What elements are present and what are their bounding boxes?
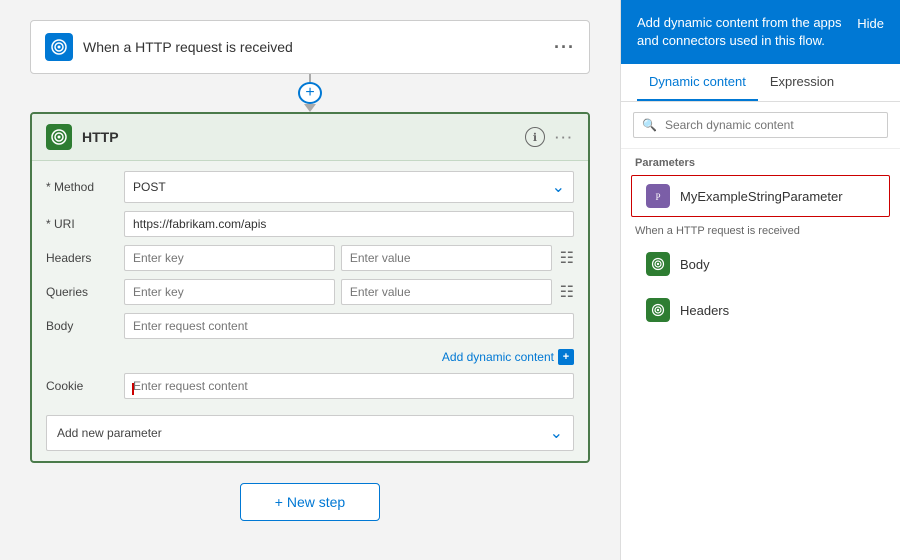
method-label: * Method: [46, 180, 116, 194]
trigger-more-button[interactable]: ···: [554, 37, 575, 58]
search-box: 🔍: [633, 112, 888, 138]
panel-hide-button[interactable]: Hide: [857, 16, 884, 31]
tab-expression[interactable]: Expression: [758, 64, 846, 101]
queries-key-input[interactable]: [124, 279, 335, 305]
add-parameter-arrow: ⌄: [550, 423, 563, 443]
add-parameter-dropdown[interactable]: Add new parameter ⌄: [46, 415, 574, 451]
panel-item-body[interactable]: Body: [631, 243, 890, 285]
queries-label: Queries: [46, 285, 116, 299]
connector: +: [298, 74, 322, 112]
body-link-row: Add dynamic content +: [46, 349, 574, 365]
headers-label: Headers: [46, 251, 116, 265]
cookie-input[interactable]: [124, 373, 574, 399]
add-step-button[interactable]: +: [298, 82, 322, 104]
headers-inputs: [124, 245, 552, 271]
new-step-button[interactable]: + New step: [240, 483, 380, 521]
connector-line: [309, 74, 311, 82]
panel-tabs: Dynamic content Expression: [621, 64, 900, 102]
panel-item-text-headers: Headers: [680, 303, 729, 318]
action-more-button[interactable]: ···: [555, 130, 574, 145]
action-icon: [46, 124, 72, 150]
add-dynamic-content-button[interactable]: Add dynamic content +: [442, 349, 574, 365]
panel-item-headers[interactable]: Headers: [631, 289, 890, 331]
action-header-icons: ℹ ···: [525, 127, 574, 147]
panel-item-icon-myexample: P: [646, 184, 670, 208]
dynamic-content-label: Add dynamic content: [442, 350, 554, 364]
headers-table-icon[interactable]: ☷: [560, 248, 574, 268]
dynamic-content-icon: +: [558, 349, 574, 365]
add-parameter-label: Add new parameter: [57, 426, 162, 440]
headers-key-input[interactable]: [124, 245, 335, 271]
action-header: HTTP ℹ ···: [32, 114, 588, 161]
headers-value-input[interactable]: [341, 245, 552, 271]
panel-item-icon-headers: [646, 298, 670, 322]
action-block: HTTP ℹ ··· * Method POST ⌄ * URI: [30, 112, 590, 463]
method-row: * Method POST ⌄: [46, 171, 574, 203]
trigger-block: When a HTTP request is received ···: [30, 20, 590, 74]
action-form: * Method POST ⌄ * URI Headers ☷: [32, 161, 588, 409]
panel-header-text: Add dynamic content from the apps and co…: [637, 14, 849, 50]
tab-dynamic-content[interactable]: Dynamic content: [637, 64, 758, 101]
cookie-input-wrap: [124, 373, 574, 399]
search-icon: 🔍: [642, 118, 657, 132]
info-button[interactable]: ℹ: [525, 127, 545, 147]
action-title: HTTP: [82, 129, 515, 145]
queries-table-icon[interactable]: ☷: [560, 282, 574, 302]
queries-inputs: [124, 279, 552, 305]
search-input[interactable]: [665, 118, 879, 132]
panel-item-text-body: Body: [680, 257, 710, 272]
uri-input[interactable]: [124, 211, 574, 237]
panel-item-text-myexample: MyExampleStringParameter: [680, 189, 843, 204]
body-row: Body Add dynamic content +: [46, 313, 574, 365]
trigger-icon: [45, 33, 73, 61]
body-top: Body: [46, 313, 574, 339]
connector-arrow: [304, 104, 316, 112]
uri-row: * URI: [46, 211, 574, 237]
cursor-line: [132, 383, 134, 395]
right-panel: Add dynamic content from the apps and co…: [620, 0, 900, 560]
uri-label: * URI: [46, 217, 116, 231]
section-label-parameters: Parameters: [621, 149, 900, 173]
headers-row: Headers ☷: [46, 245, 574, 271]
body-label: Body: [46, 319, 116, 333]
method-dropdown[interactable]: POST ⌄: [124, 171, 574, 203]
method-dropdown-arrow: ⌄: [552, 177, 565, 197]
queries-row: Queries ☷: [46, 279, 574, 305]
svg-text:P: P: [655, 192, 660, 202]
trigger-title: When a HTTP request is received: [83, 39, 544, 55]
search-area: 🔍: [621, 102, 900, 149]
cookie-row: Cookie: [46, 373, 574, 399]
section-label-http: When a HTTP request is received: [621, 219, 900, 241]
panel-item-icon-body: [646, 252, 670, 276]
method-value: POST: [133, 180, 166, 194]
panel-item-myexample[interactable]: P MyExampleStringParameter: [631, 175, 890, 217]
panel-header: Add dynamic content from the apps and co…: [621, 0, 900, 64]
body-input[interactable]: [124, 313, 574, 339]
queries-value-input[interactable]: [341, 279, 552, 305]
cookie-label: Cookie: [46, 379, 116, 393]
